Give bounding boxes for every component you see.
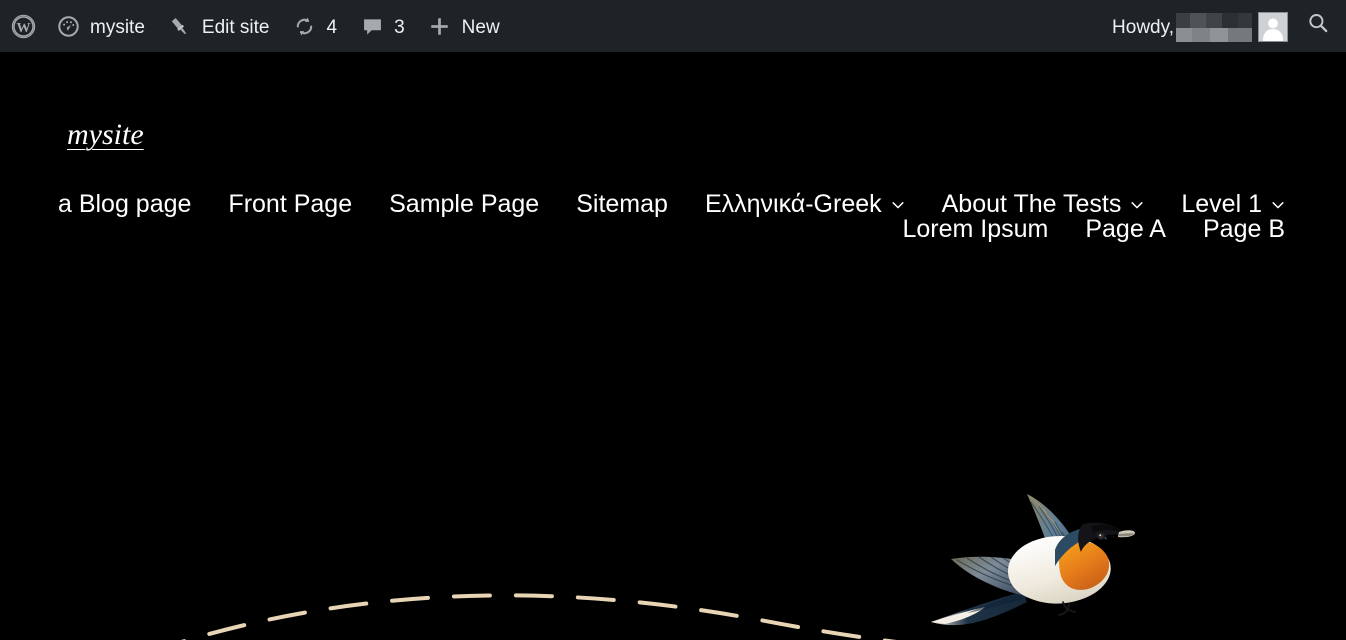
paintbrush-icon — [167, 13, 193, 39]
nav-label: Page A — [1085, 215, 1166, 243]
admin-bar-updates-count: 4 — [326, 16, 338, 38]
admin-bar-edit-site-label: Edit site — [201, 16, 270, 38]
nav-label: Front Page — [228, 190, 353, 218]
admin-bar-item-new-content[interactable]: New — [416, 0, 511, 52]
chevron-down-icon[interactable] — [1271, 198, 1285, 212]
nav-item-page-a[interactable]: Page A — [1085, 217, 1166, 242]
nav-item-about-the-tests[interactable]: About The Tests — [942, 192, 1145, 217]
admin-bar-item-updates[interactable]: 4 — [281, 0, 349, 52]
nav-item-level-1[interactable]: Level 1 — [1181, 192, 1285, 217]
nav-label: Ελληνικά-Greek — [704, 190, 882, 218]
admin-bar-left-group: W mysite Edit site 4 3 New — [0, 0, 511, 52]
nav-item-lorem-ipsum[interactable]: Lorem Ipsum — [902, 217, 1048, 242]
site-header: mysite a Blog page Front Page Sample Pag… — [0, 52, 1346, 640]
dashboard-gauge-icon — [55, 13, 81, 39]
admin-bar-my-account[interactable]: Howdy, — [1102, 0, 1296, 52]
wp-logo-menu-item[interactable]: W — [0, 0, 44, 52]
admin-bar-site-name-label: mysite — [90, 16, 145, 38]
primary-navigation: a Blog page Front Page Sample Page Sitem… — [0, 192, 1285, 242]
nav-item-greek[interactable]: Ελληνικά-Greek — [705, 192, 905, 217]
nav-item-sample-page[interactable]: Sample Page — [389, 192, 539, 217]
nav-label: Sample Page — [389, 190, 540, 218]
admin-bar-item-edit-site[interactable]: Edit site — [156, 0, 281, 52]
nav-item-sitemap[interactable]: Sitemap — [576, 192, 668, 217]
admin-bar-item-comments[interactable]: 3 — [348, 0, 416, 52]
nav-label: Level 1 — [1181, 190, 1262, 218]
nav-item-a-blog-page[interactable]: a Blog page — [58, 192, 191, 217]
admin-bar-right-group: Howdy, — [1102, 0, 1346, 52]
howdy-greeting-label: Howdy, — [1112, 16, 1174, 38]
update-arrows-icon — [292, 13, 318, 39]
svg-text:W: W — [16, 19, 30, 35]
plus-icon — [427, 13, 453, 39]
nav-label: Sitemap — [576, 190, 668, 218]
comment-bubble-icon — [359, 13, 385, 39]
admin-bar-search-button[interactable] — [1296, 0, 1340, 52]
nav-label: a Blog page — [57, 190, 192, 218]
admin-bar-comments-count: 3 — [394, 16, 405, 38]
dashed-flight-path — [181, 593, 897, 640]
wp-admin-bar: W mysite Edit site 4 3 New Howdy, — [0, 0, 1346, 52]
site-title-link[interactable]: mysite — [67, 120, 144, 150]
chevron-down-icon[interactable] — [891, 198, 905, 212]
user-avatar-icon — [1258, 12, 1288, 42]
nav-label: Page B — [1202, 215, 1285, 243]
nav-label: About The Tests — [941, 190, 1122, 218]
chevron-down-icon[interactable] — [1130, 198, 1144, 212]
redacted-username — [1176, 12, 1252, 42]
admin-bar-item-site-name[interactable]: mysite — [44, 0, 156, 52]
nav-item-front-page[interactable]: Front Page — [228, 192, 352, 217]
hero-artwork — [0, 52, 1346, 640]
flying-bird-illustration — [931, 494, 1135, 626]
admin-bar-new-content-label: New — [461, 16, 500, 38]
nav-label: Lorem Ipsum — [902, 215, 1049, 243]
nav-item-page-b[interactable]: Page B — [1203, 217, 1285, 242]
wordpress-logo-icon: W — [10, 13, 36, 39]
search-icon — [1306, 11, 1330, 41]
